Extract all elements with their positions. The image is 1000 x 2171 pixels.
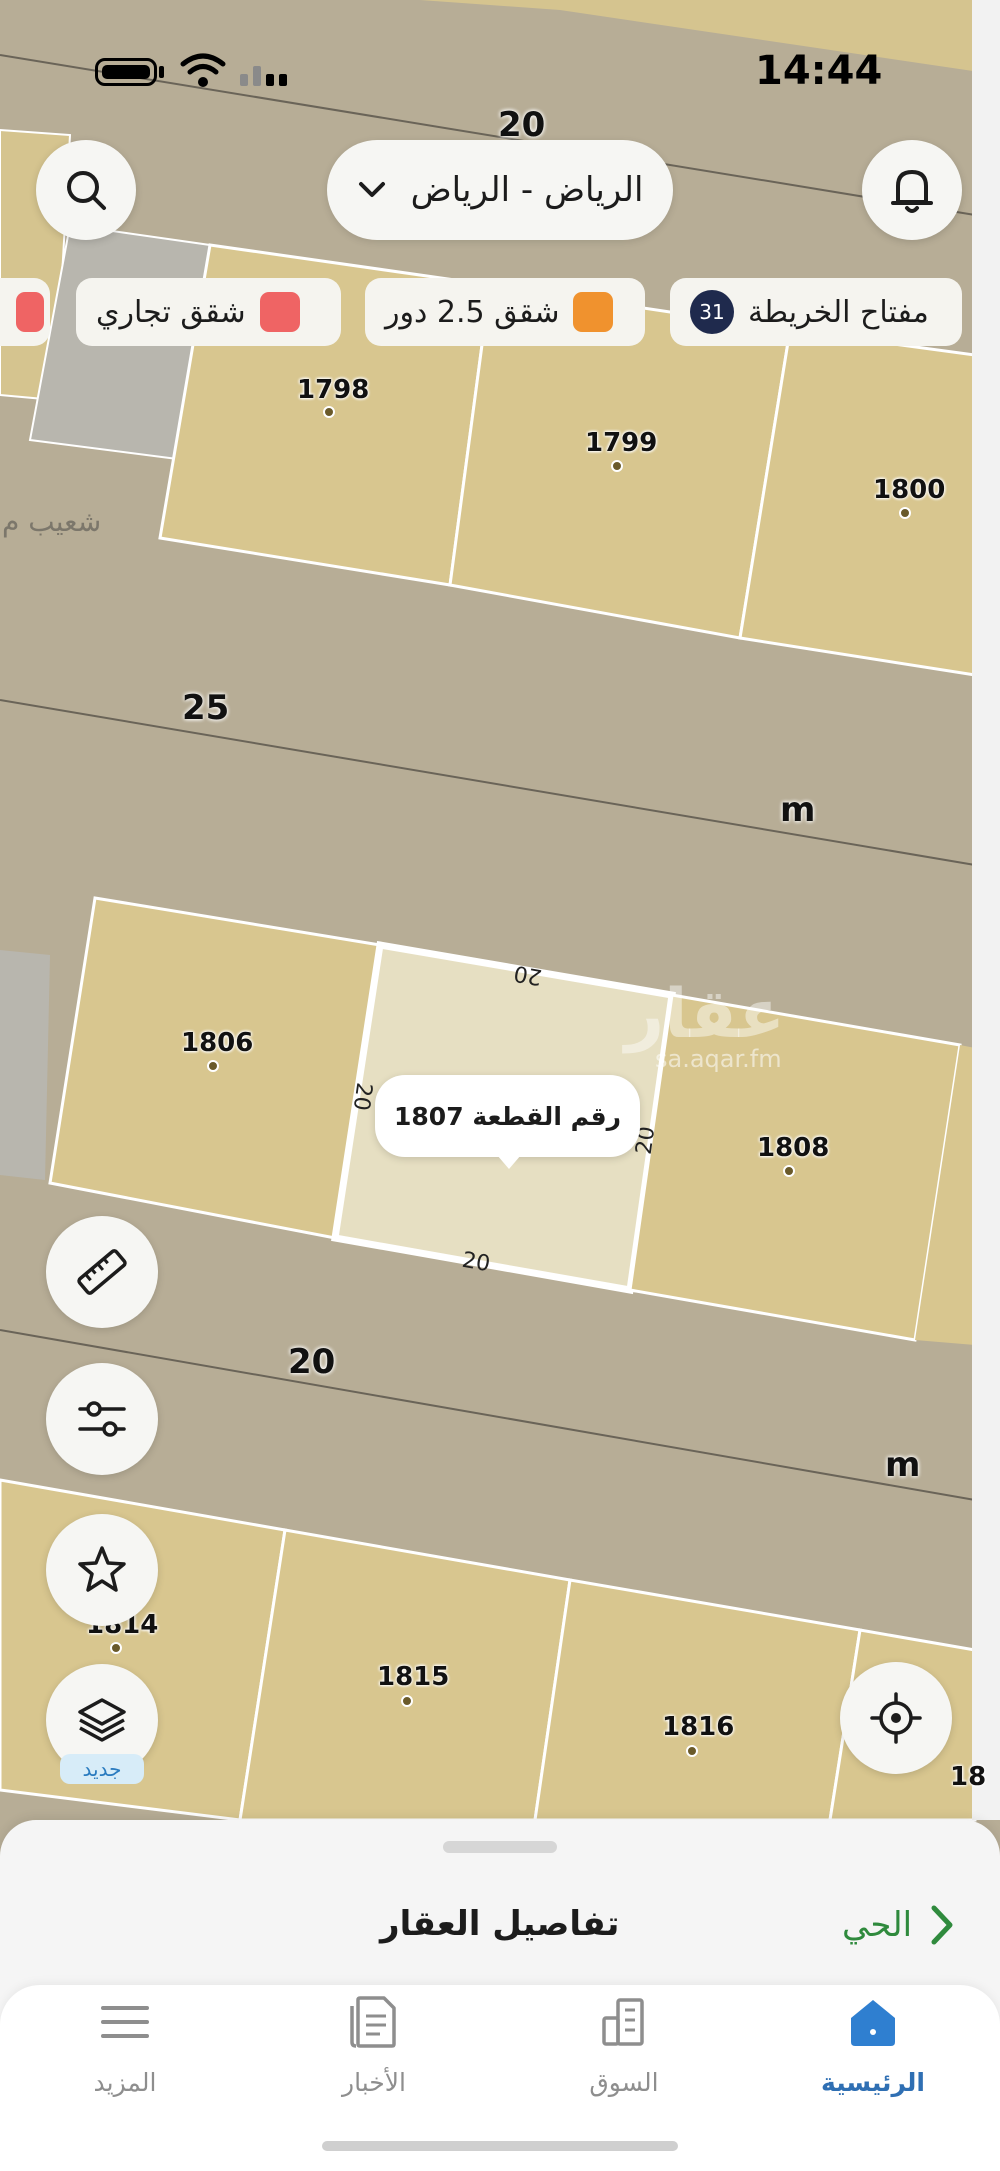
city-name: الرياض - الرياض (410, 170, 644, 210)
ruler-icon (77, 1249, 127, 1295)
plot-marker (207, 1060, 219, 1072)
parcel-grey-mid (0, 950, 50, 1180)
street-width-label: 20 (288, 1342, 336, 1382)
sliders-icon (78, 1401, 126, 1437)
plot-number: 1816 (662, 1712, 735, 1742)
dimension-label: 20 (347, 1080, 377, 1113)
plot-number: 1806 (181, 1028, 254, 1058)
menu-icon (101, 2006, 149, 2038)
plot-marker (783, 1165, 795, 1177)
battery-nub (159, 66, 164, 78)
search-icon (67, 171, 106, 210)
street-width-label: m (885, 1445, 921, 1485)
selected-plot-text: رقم القطعة 1807 (394, 1101, 621, 1131)
crosshair-icon (870, 1692, 922, 1744)
map-key-label: مفتاح الخريطة (748, 294, 929, 330)
legend-chip-commercial[interactable]: شقق تجاري (76, 278, 341, 346)
signal-icon (240, 66, 287, 86)
tab-label: الأخبار (342, 2068, 406, 2097)
dimension-label: 20 (460, 1247, 492, 1278)
news-icon (350, 1996, 396, 2048)
measure-button[interactable] (46, 1216, 158, 1328)
street-width-label: m (780, 790, 816, 830)
map-key-count: 31 (690, 290, 734, 334)
sheet-drag-handle[interactable] (443, 1841, 557, 1853)
district-link[interactable]: الحي (842, 1904, 954, 1946)
legend-swatch-orange (573, 292, 614, 332)
plot-number: 1808 (757, 1133, 830, 1163)
filters-button[interactable] (46, 1363, 158, 1475)
legend-chips: 31 مفتاح الخريطة شقق 2.5 دور شقق تجاري (0, 278, 1000, 348)
plot-marker (899, 507, 911, 519)
tab-market[interactable]: السوق (544, 1990, 704, 2110)
home-indicator (322, 2141, 678, 2151)
dimension-label: 20 (512, 959, 544, 990)
plot-marker (323, 406, 335, 418)
plot-number: 1815 (377, 1662, 450, 1692)
battery-icon (95, 58, 157, 86)
search-button[interactable] (36, 140, 136, 240)
plot-marker (611, 460, 623, 472)
legend-swatch-red (16, 292, 44, 332)
tab-news[interactable]: الأخبار (294, 1990, 454, 2110)
street-name: شعيب م (2, 505, 102, 538)
plot-number: 18 (950, 1762, 987, 1792)
layers-icon (78, 1698, 126, 1742)
plot-marker (110, 1642, 122, 1654)
tab-home[interactable]: الرئيسية (793, 1990, 953, 2110)
legend-chip-label: شقق تجاري (96, 294, 246, 330)
chevron-right-icon (931, 1905, 953, 1945)
selected-plot-label[interactable]: رقم القطعة 1807 (375, 1075, 640, 1169)
watermark-logo: عقار (625, 975, 786, 1054)
tab-label: السوق (589, 2068, 659, 2097)
new-badge: جديد (60, 1754, 144, 1784)
plot-number: 1800 (873, 475, 946, 505)
sheet-title: تفاصيل العقار (380, 1904, 620, 1944)
status-time: 14:44 (755, 48, 883, 94)
plot-marker (686, 1745, 698, 1757)
notifications-button[interactable] (862, 140, 962, 240)
map-edge-strip (972, 0, 1000, 1820)
bell-icon (891, 170, 933, 213)
wifi-icon (180, 53, 226, 87)
buildings-icon (602, 1998, 644, 2046)
street-width-label: 25 (182, 688, 230, 728)
legend-swatch-red (259, 292, 300, 332)
plot-number: 1798 (297, 375, 370, 405)
tab-more[interactable]: المزيد (45, 1990, 205, 2110)
tab-label: المزيد (93, 2068, 157, 2097)
legend-chip-label: شقق 2.5 دور (385, 294, 560, 330)
map-key-chip[interactable]: 31 مفتاح الخريطة (670, 278, 962, 346)
home-icon (851, 2000, 895, 2046)
district-link-label: الحي (842, 1905, 913, 1945)
star-icon (78, 1546, 126, 1592)
favorites-button[interactable] (46, 1514, 158, 1626)
chevron-down-icon (358, 182, 385, 197)
legend-chip-apartments[interactable]: شقق 2.5 دور (365, 278, 645, 346)
tab-label: الرئيسية (821, 2068, 925, 2097)
status-bar: 14:44 (0, 0, 1000, 130)
plot-number: 1799 (585, 428, 658, 458)
watermark-url: sa.aqar.fm (655, 1045, 782, 1073)
plot-marker (401, 1695, 413, 1707)
city-selector[interactable]: الرياض - الرياض (327, 140, 673, 240)
locate-me-button[interactable] (840, 1662, 952, 1774)
legend-chip-partial[interactable] (0, 278, 50, 346)
